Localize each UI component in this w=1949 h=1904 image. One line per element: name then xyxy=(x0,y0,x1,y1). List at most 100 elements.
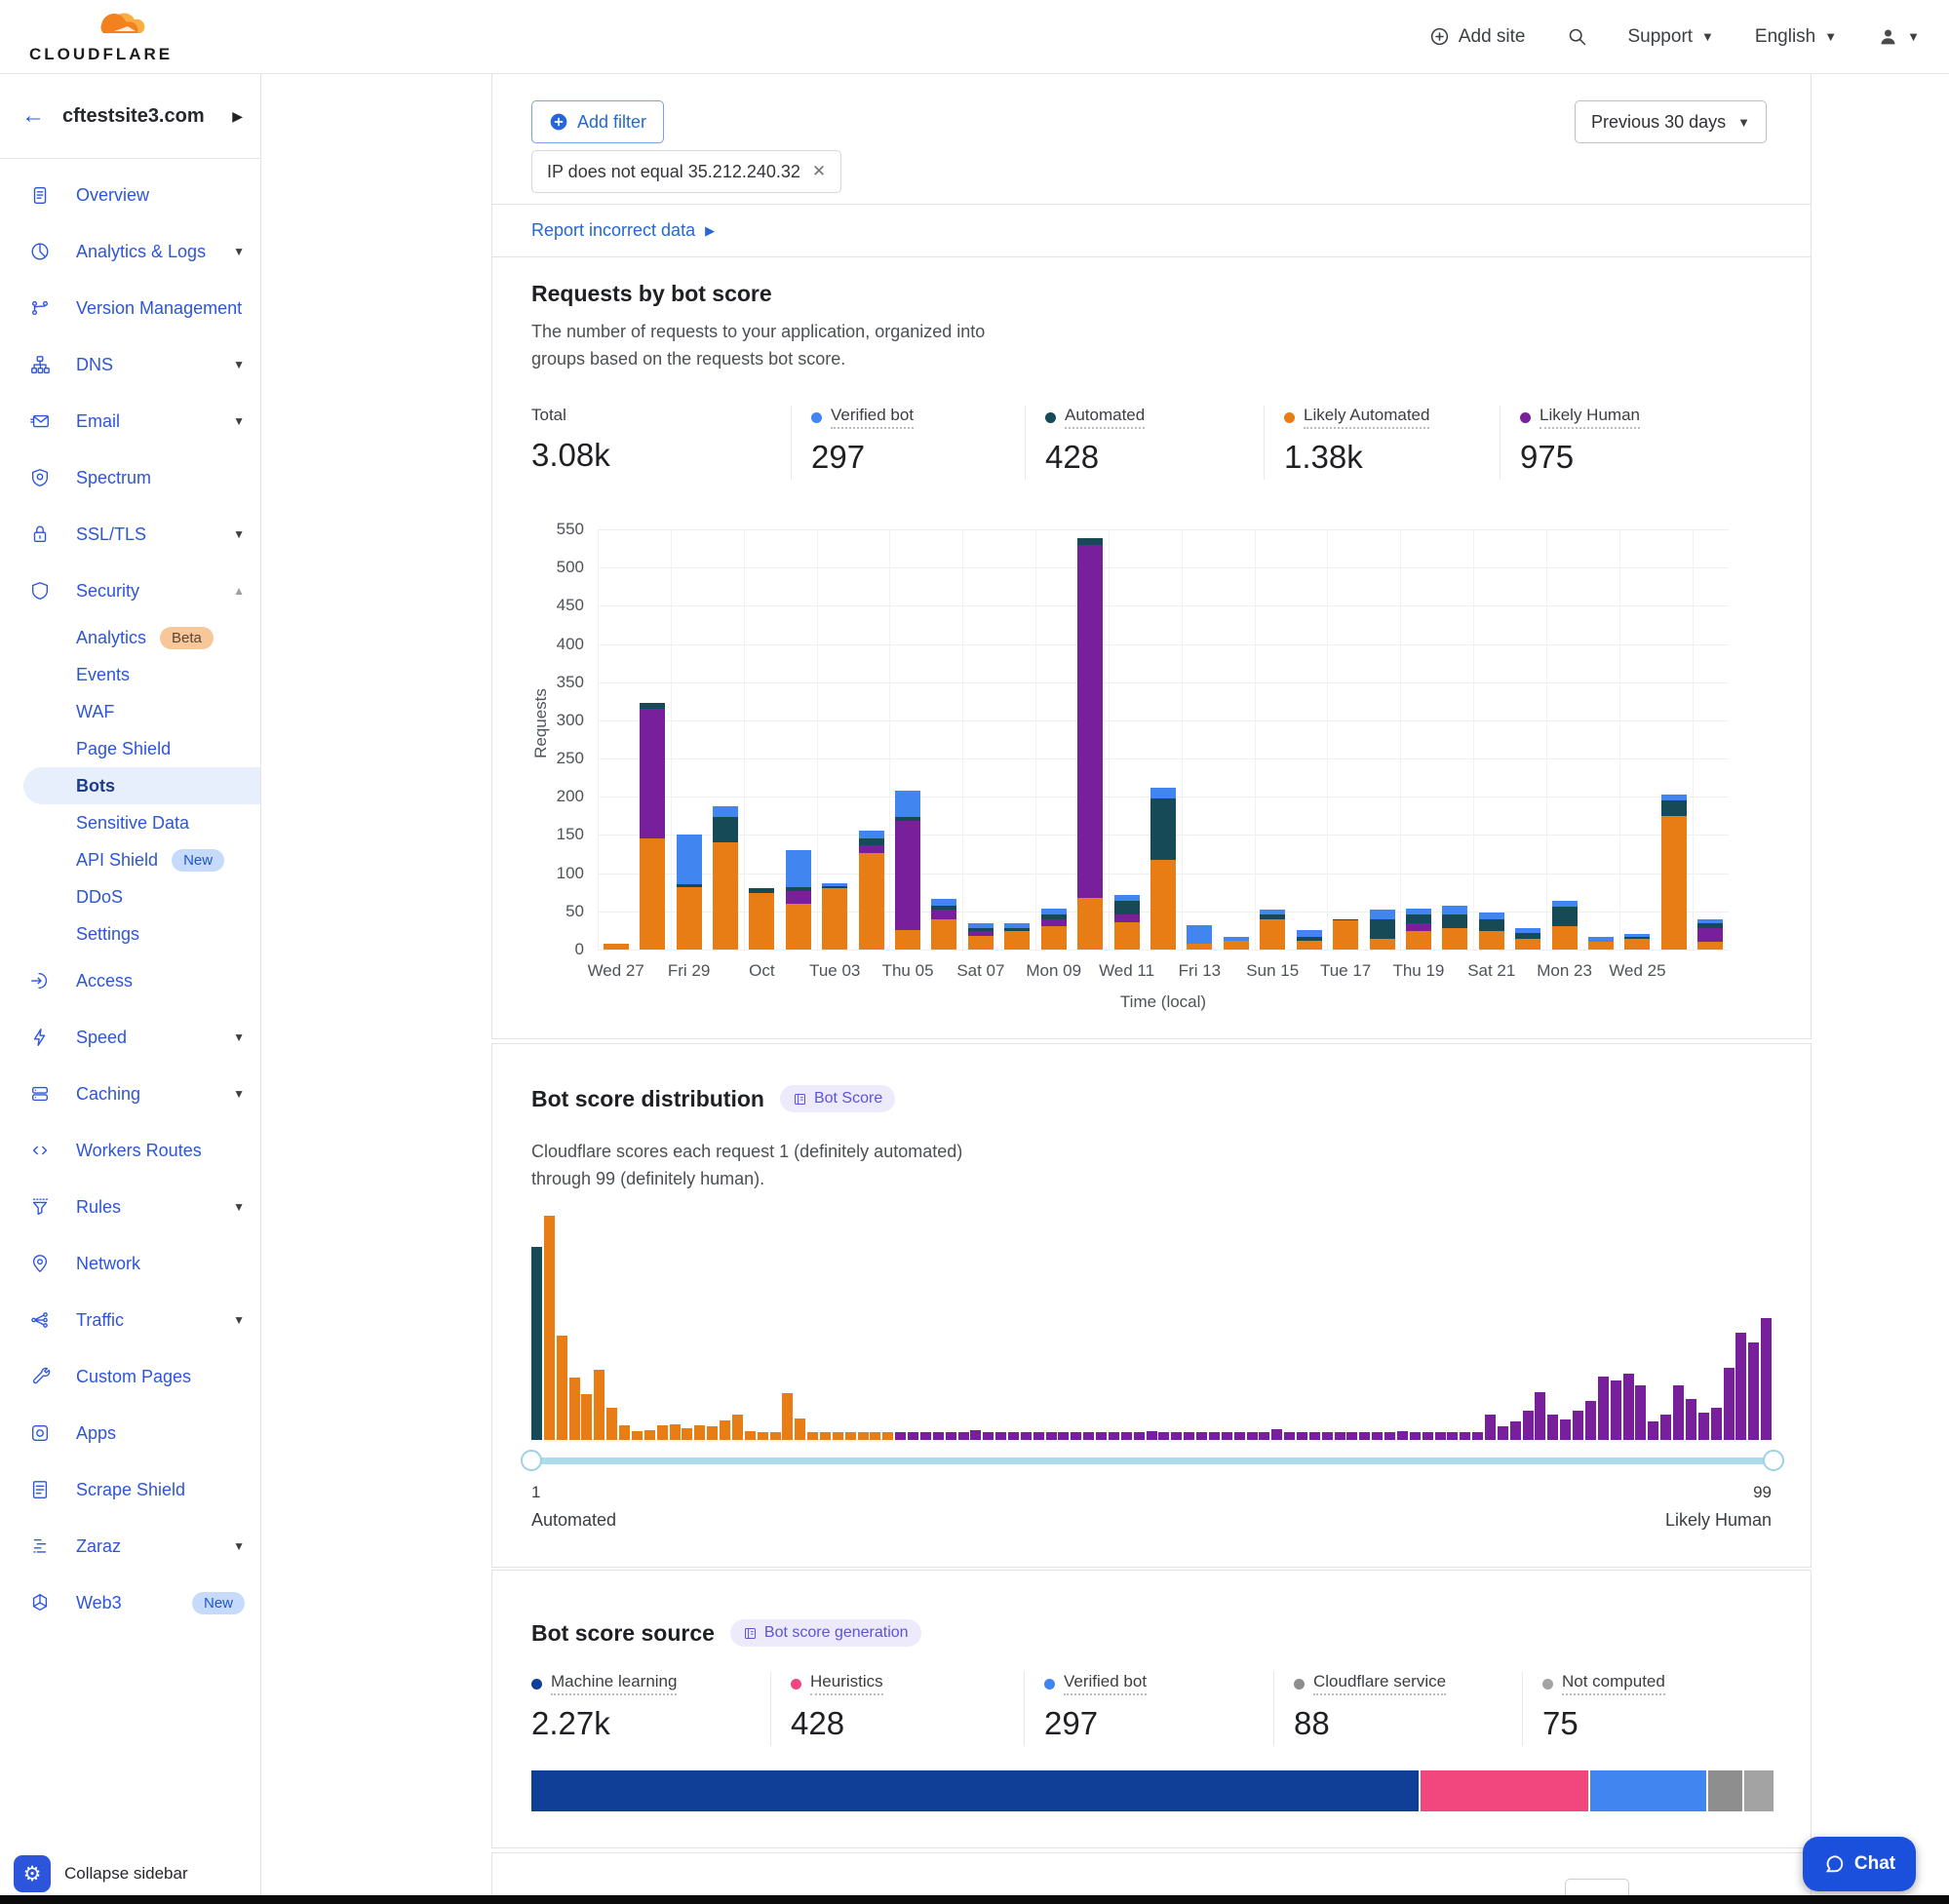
histogram-bar[interactable] xyxy=(1158,1432,1169,1440)
bar-segment-likely-human[interactable] xyxy=(1077,545,1103,898)
sidebar-item-security[interactable]: Security▲ xyxy=(0,563,260,619)
histogram-bar[interactable] xyxy=(1423,1432,1433,1440)
bar-segment-verified-bot[interactable] xyxy=(931,899,956,905)
bar-segment-verified-bot[interactable] xyxy=(1661,795,1687,800)
sidebar-item-dns[interactable]: DNS▼ xyxy=(0,336,260,393)
sidebar-item-settings[interactable]: Settings xyxy=(0,915,260,952)
histogram-bar[interactable] xyxy=(694,1425,705,1440)
bar-segment-likely-automated[interactable] xyxy=(895,930,920,950)
bar-segment-likely-automated[interactable] xyxy=(640,838,665,950)
sidebar-item-waf[interactable]: WAF xyxy=(0,693,260,730)
histogram-bar[interactable] xyxy=(983,1432,994,1440)
date-range-dropdown[interactable]: Previous 30 days ▼ xyxy=(1575,100,1767,143)
histogram-bar[interactable] xyxy=(770,1432,781,1440)
chevron-down-icon[interactable]: ▼ xyxy=(233,527,245,541)
bar-segment-verified-bot[interactable] xyxy=(968,923,994,928)
site-switcher[interactable]: ← cftestsite3.com ▶ xyxy=(0,74,260,159)
sidebar-item-spectrum[interactable]: Spectrum xyxy=(0,449,260,506)
histogram-bar[interactable] xyxy=(1498,1426,1508,1440)
bar-segment-likely-human[interactable] xyxy=(968,931,994,936)
bar-segment-likely-automated[interactable] xyxy=(786,904,811,950)
histogram-bar[interactable] xyxy=(682,1428,692,1440)
score-slider-handle-max[interactable] xyxy=(1763,1450,1784,1471)
histogram-bar[interactable] xyxy=(1008,1432,1019,1440)
chevron-down-icon[interactable]: ▼ xyxy=(233,1030,245,1044)
bar-segment-likely-automated[interactable] xyxy=(1041,926,1067,950)
search-icon[interactable] xyxy=(1567,26,1587,47)
histogram-bar[interactable] xyxy=(758,1432,768,1440)
histogram-bar[interactable] xyxy=(1698,1413,1709,1440)
bar-segment-likely-automated[interactable] xyxy=(1004,931,1030,950)
bar-segment-automated[interactable] xyxy=(749,888,774,893)
bar-segment-likely-automated[interactable] xyxy=(859,853,884,950)
source-segment-cloudflare-service[interactable] xyxy=(1708,1770,1742,1811)
bar-segment-automated[interactable] xyxy=(1297,937,1322,940)
sidebar-item-overview[interactable]: Overview xyxy=(0,167,260,223)
bar-segment-verified-bot[interactable] xyxy=(1114,895,1140,901)
histogram-bar[interactable] xyxy=(1171,1432,1182,1440)
bar-segment-automated[interactable] xyxy=(1515,933,1540,939)
bar-segment-verified-bot[interactable] xyxy=(1588,937,1614,942)
histogram-bar[interactable] xyxy=(1485,1415,1496,1440)
histogram-bar[interactable] xyxy=(807,1432,818,1440)
bar-segment-verified-bot[interactable] xyxy=(677,835,702,883)
histogram-bar[interactable] xyxy=(1121,1432,1132,1440)
histogram-bar[interactable] xyxy=(795,1418,805,1440)
bar-segment-verified-bot[interactable] xyxy=(1624,934,1650,937)
sidebar-item-access[interactable]: Access xyxy=(0,952,260,1009)
sidebar-item-caching[interactable]: Caching▼ xyxy=(0,1066,260,1122)
bar-segment-verified-bot[interactable] xyxy=(1297,930,1322,938)
bar-segment-verified-bot[interactable] xyxy=(1260,910,1285,914)
sidebar-item-speed[interactable]: Speed▼ xyxy=(0,1009,260,1066)
histogram-bar[interactable] xyxy=(845,1432,856,1440)
bar-segment-automated[interactable] xyxy=(1114,901,1140,914)
chevron-down-icon[interactable]: ▼ xyxy=(233,245,245,258)
cloudflare-logo[interactable]: CLOUDFLARE xyxy=(29,10,173,64)
bar-segment-automated[interactable] xyxy=(1077,538,1103,544)
bar-segment-likely-human[interactable] xyxy=(931,910,956,918)
bar-segment-likely-automated[interactable] xyxy=(1515,939,1540,950)
histogram-bar[interactable] xyxy=(732,1415,743,1440)
histogram-bar[interactable] xyxy=(670,1424,681,1440)
bar-segment-verified-bot[interactable] xyxy=(1552,901,1578,907)
histogram-bar[interactable] xyxy=(720,1420,730,1440)
sidebar-item-scrape-shield[interactable]: Scrape Shield xyxy=(0,1461,260,1518)
histogram-bar[interactable] xyxy=(1598,1377,1609,1440)
sidebar-item-page-shield[interactable]: Page Shield xyxy=(0,730,260,767)
sidebar-item-api-shield[interactable]: API ShieldNew xyxy=(0,841,260,878)
sidebar-item-network[interactable]: Network xyxy=(0,1235,260,1292)
histogram-bar[interactable] xyxy=(745,1431,756,1440)
bar-segment-likely-automated[interactable] xyxy=(1406,931,1431,950)
score-slider-track[interactable] xyxy=(531,1457,1774,1464)
histogram-bar[interactable] xyxy=(1623,1374,1634,1440)
histogram-bar[interactable] xyxy=(1259,1432,1269,1440)
histogram-bar[interactable] xyxy=(531,1247,542,1440)
histogram-bar[interactable] xyxy=(1335,1432,1345,1440)
source-segment-machine-learning[interactable] xyxy=(531,1770,1419,1811)
histogram-bar[interactable] xyxy=(544,1216,555,1440)
bar-segment-likely-automated[interactable] xyxy=(677,887,702,950)
bar-segment-automated[interactable] xyxy=(1370,919,1395,939)
account-menu[interactable]: ▼ xyxy=(1878,26,1920,47)
stat-label[interactable]: Not computed xyxy=(1542,1672,1665,1695)
bar-segment-likely-automated[interactable] xyxy=(713,842,738,950)
bar-segment-likely-human[interactable] xyxy=(1406,923,1431,931)
histogram-bar[interactable] xyxy=(1209,1432,1220,1440)
bar-segment-automated[interactable] xyxy=(1041,914,1067,919)
histogram-bar[interactable] xyxy=(1673,1385,1684,1440)
chevron-down-icon[interactable]: ▼ xyxy=(233,358,245,371)
bar-segment-likely-automated[interactable] xyxy=(1297,941,1322,950)
bar-segment-verified-bot[interactable] xyxy=(1187,925,1212,944)
sidebar-item-sensitive-data[interactable]: Sensitive Data xyxy=(0,804,260,841)
histogram-bar[interactable] xyxy=(1523,1411,1534,1440)
histogram-bar[interactable] xyxy=(619,1425,630,1440)
bar-segment-likely-automated[interactable] xyxy=(1442,928,1467,950)
stat-label[interactable]: Machine learning xyxy=(531,1672,677,1695)
bar-segment-automated[interactable] xyxy=(1260,914,1285,919)
bar-segment-verified-bot[interactable] xyxy=(1697,919,1723,924)
add-filter-button[interactable]: Add filter xyxy=(531,100,664,143)
histogram-bar[interactable] xyxy=(1033,1432,1044,1440)
histogram-bar[interactable] xyxy=(1297,1432,1307,1440)
bar-segment-automated[interactable] xyxy=(859,838,884,846)
sidebar-item-web3[interactable]: Web3New xyxy=(0,1574,260,1631)
